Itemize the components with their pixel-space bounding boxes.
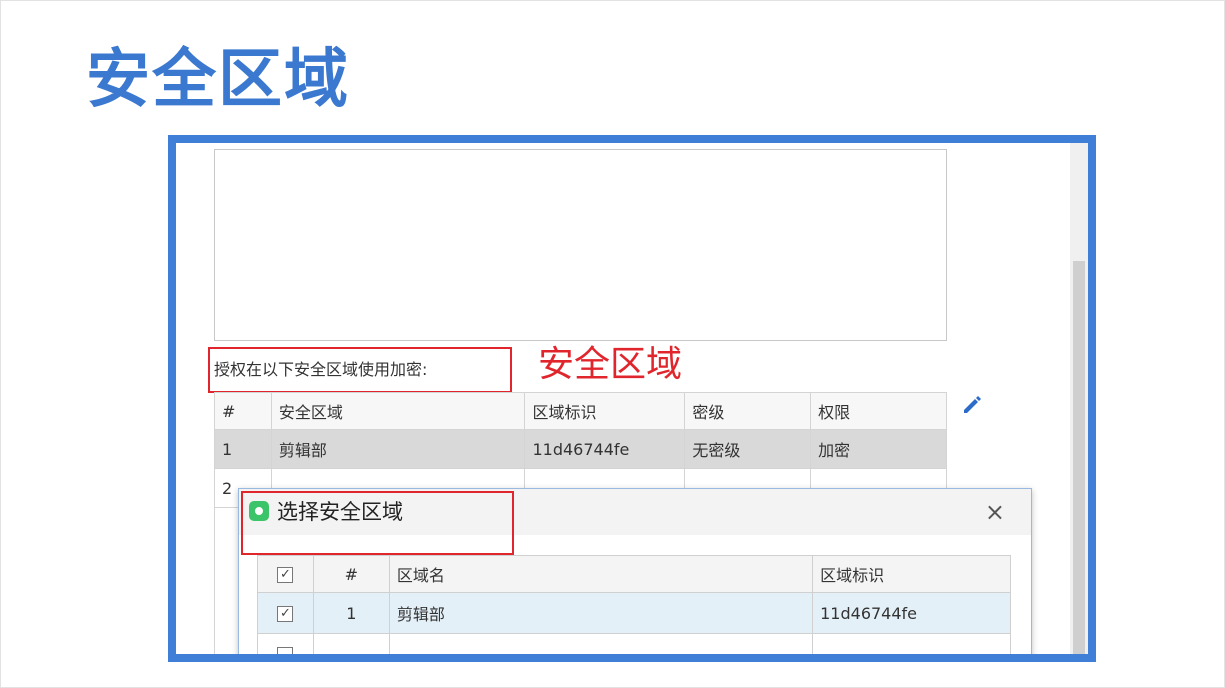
select-all-checkbox-cell[interactable]: ✓	[257, 555, 314, 593]
zone-table-header: # 安全区域 区域标识 密级 权限	[214, 392, 947, 430]
dlg-cell-id: 11d46744fe	[812, 592, 1011, 634]
dlg-cell-name: 剪辑部	[388, 592, 814, 634]
cell-permission: 加密	[810, 429, 947, 469]
row-checkbox[interactable]: ✓	[277, 606, 294, 622]
dialog-table-row[interactable]: ✓ 1 剪辑部 11d46744fe	[257, 592, 1011, 634]
scrollbar-thumb[interactable]	[1073, 261, 1085, 654]
slide-title: 安全区域	[86, 43, 350, 117]
highlight-box-label	[208, 347, 512, 393]
row-checkbox-cell[interactable]	[257, 633, 314, 654]
cell-zone: 剪辑部	[270, 429, 526, 469]
dlg-cell-num	[312, 633, 390, 654]
dlg-cell-id	[812, 633, 1011, 654]
row-checkbox-cell[interactable]: ✓	[257, 592, 314, 634]
cell-num: 1	[214, 429, 272, 469]
cell-level: 无密级	[684, 429, 812, 469]
annotation-text: 安全区域	[538, 344, 683, 385]
table-row[interactable]: 1 剪辑部 11d46744fe 无密级 加密	[214, 429, 947, 469]
close-icon[interactable]: ×	[985, 497, 1005, 527]
select-zone-dialog: 选择安全区域 × ✓ # 区域名 区域标识 ✓ 1 剪辑部 11d46744fe	[238, 488, 1032, 654]
dlg-col-header-id[interactable]: 区域标识	[812, 555, 1011, 593]
cell-zone-id: 11d46744fe	[524, 429, 686, 469]
highlight-box-dialog-title	[241, 491, 514, 555]
screenshot-frame: 授权在以下安全区域使用加密: 安全区域 # 安全区域 区域标识 密级 权限 1 …	[168, 135, 1096, 662]
col-header-num[interactable]: #	[214, 392, 272, 430]
dlg-cell-name	[388, 633, 814, 654]
scrollbar-track[interactable]	[1070, 143, 1088, 654]
col-header-zone-id[interactable]: 区域标识	[524, 392, 686, 430]
dialog-zone-table: ✓ # 区域名 区域标识 ✓ 1 剪辑部 11d46744fe	[257, 555, 1011, 654]
dlg-col-header-num-text: #	[344, 564, 359, 584]
col-header-permission[interactable]: 权限	[810, 392, 947, 430]
dialog-table-header: ✓ # 区域名 区域标识	[257, 555, 1011, 593]
select-all-checkbox[interactable]: ✓	[277, 567, 294, 583]
dlg-cell-num: 1	[312, 592, 390, 634]
dialog-table-row[interactable]	[257, 633, 1011, 654]
pencil-icon[interactable]	[960, 393, 986, 419]
col-header-level[interactable]: 密级	[684, 392, 812, 430]
dlg-col-header-name[interactable]: 区域名	[388, 555, 814, 593]
col-header-zone[interactable]: 安全区域	[270, 392, 526, 430]
dlg-col-header-num[interactable]: #	[312, 555, 390, 593]
table-left-border	[214, 478, 237, 654]
row-checkbox[interactable]	[277, 647, 294, 654]
description-textarea[interactable]	[214, 149, 947, 341]
